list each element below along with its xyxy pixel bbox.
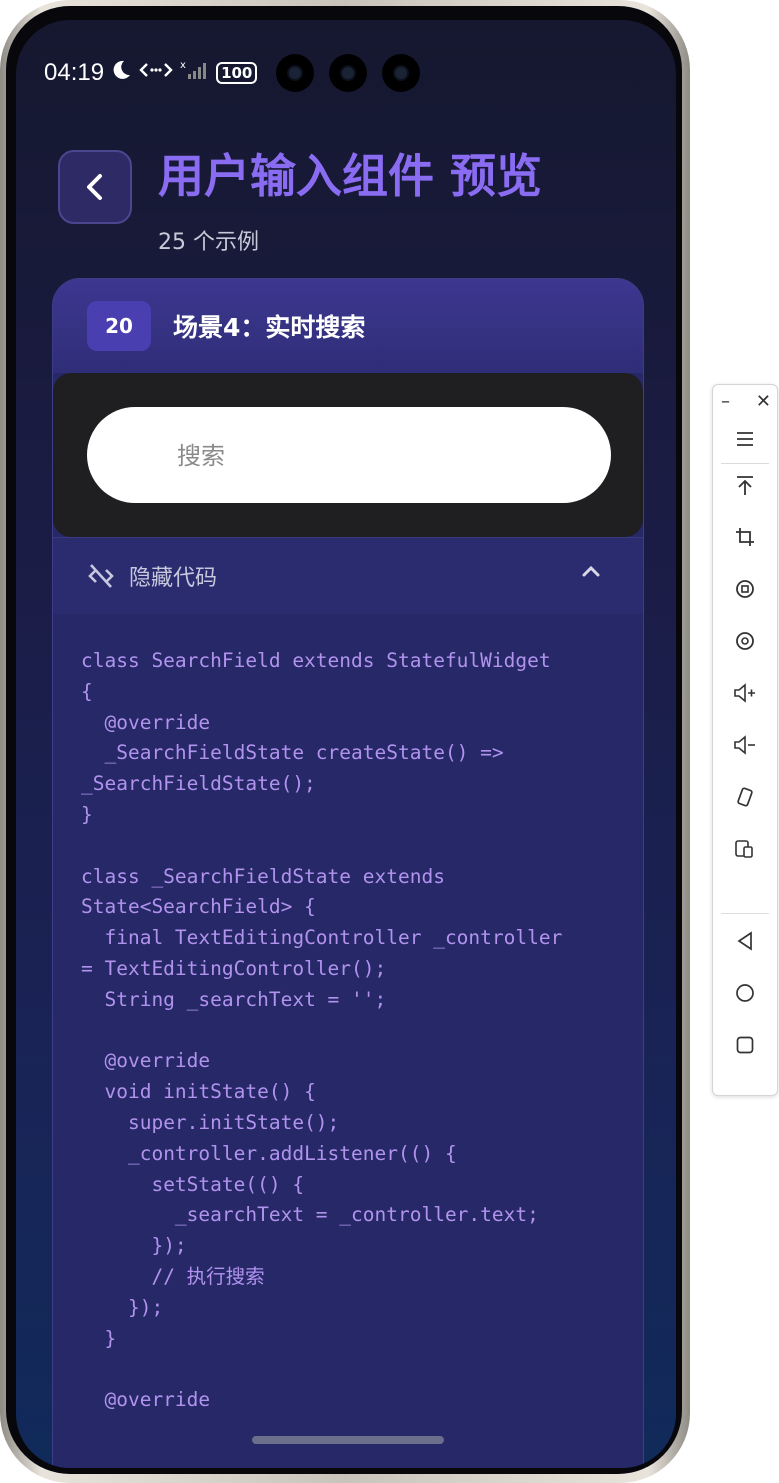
crop-button[interactable]	[713, 517, 777, 557]
camera-lens-icon	[329, 54, 367, 92]
home-indicator[interactable]	[252, 1436, 444, 1444]
page-title: 用户输入组件 预览	[158, 149, 543, 203]
battery-icon: 100	[216, 62, 258, 84]
chevron-up-icon[interactable]	[581, 564, 601, 578]
page-subtitle: 25 个示例	[158, 230, 259, 255]
crop-icon	[736, 528, 754, 546]
menu-icon	[737, 432, 753, 446]
code-toggle[interactable]: 隐藏代码	[53, 537, 643, 614]
window-controls: – ✕	[721, 391, 771, 412]
rotate-icon	[737, 787, 753, 807]
search-input[interactable]	[175, 407, 579, 505]
back-button[interactable]	[58, 150, 132, 224]
panel-divider	[721, 463, 769, 464]
signal-icon: x	[180, 59, 210, 87]
code-block: class SearchField extends StatefulWidget…	[81, 649, 563, 1412]
close-icon[interactable]: ✕	[756, 391, 771, 412]
demo-area	[53, 373, 643, 537]
search-box[interactable]	[87, 407, 611, 505]
mirror-device-icon	[735, 840, 753, 858]
nav-back-icon	[737, 931, 752, 951]
volume-down-icon	[734, 735, 755, 755]
code-toggle-label: 隐藏代码	[129, 566, 218, 591]
screen-record-button[interactable]	[713, 569, 777, 609]
volume-up-button[interactable]	[713, 673, 777, 713]
phone-screen: 04:19 x 100 用户输入组件 预览 25 个示例 20 场景4：实时搜索…	[16, 20, 676, 1468]
status-time: 04:19	[44, 59, 105, 86]
panel-divider	[721, 913, 769, 914]
nav-back-button[interactable]	[713, 921, 777, 961]
code-off-icon	[88, 564, 114, 588]
nav-home-button[interactable]	[713, 973, 777, 1013]
card-header: 20 场景4：实时搜索	[53, 279, 643, 373]
chevron-left-icon	[87, 174, 102, 200]
nav-recents-button[interactable]	[713, 1025, 777, 1065]
camera-lens-icon	[382, 54, 420, 92]
card-title: 场景4：实时搜索	[173, 313, 366, 342]
phone-frame: 04:19 x 100 用户输入组件 预览 25 个示例 20 场景4：实时搜索…	[0, 0, 690, 1483]
moon-icon	[110, 59, 132, 87]
rotate-button[interactable]	[713, 777, 777, 817]
volume-up-icon	[734, 683, 755, 703]
status-bar: 04:19 x 100	[44, 58, 258, 88]
screenshot-button[interactable]	[713, 621, 777, 661]
screenshot-icon	[736, 632, 754, 650]
minimize-icon[interactable]: –	[721, 391, 730, 412]
emulator-side-panel: – ✕	[712, 384, 778, 1096]
menu-button[interactable]	[713, 419, 777, 459]
mirror-device-button[interactable]	[713, 829, 777, 869]
phone-bezel: 04:19 x 100 用户输入组件 预览 25 个示例 20 场景4：实时搜索…	[6, 6, 682, 1474]
camera-lens-icon	[276, 54, 314, 92]
example-card: 20 场景4：实时搜索 隐藏代码 class SearchField exten…	[52, 278, 644, 1468]
screen-record-icon	[736, 580, 754, 598]
data-transfer-icon	[138, 59, 174, 87]
example-number-badge: 20	[87, 301, 151, 351]
svg-text:x: x	[180, 60, 186, 71]
volume-down-button[interactable]	[713, 725, 777, 765]
nav-home-icon	[736, 984, 754, 1002]
pin-top-icon	[737, 476, 753, 495]
pin-top-button[interactable]	[713, 465, 777, 505]
nav-recents-icon	[736, 1036, 754, 1054]
